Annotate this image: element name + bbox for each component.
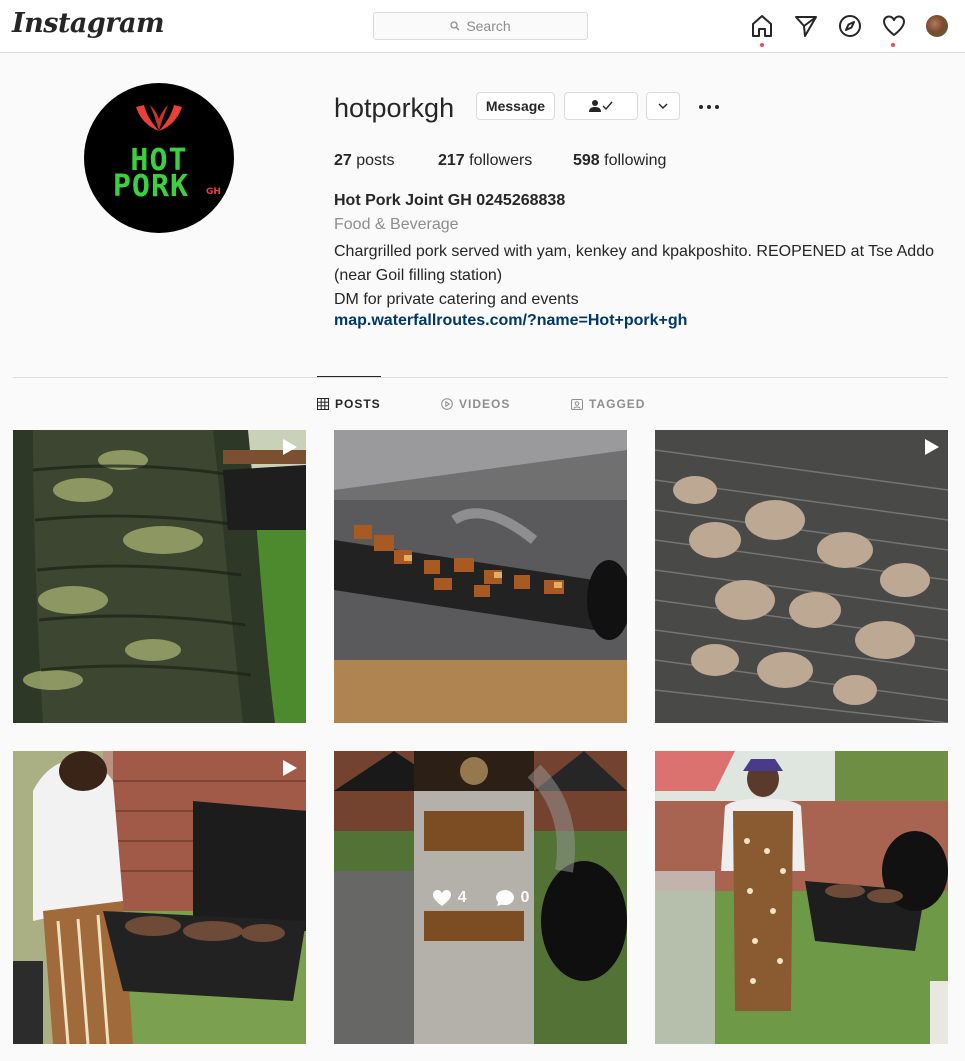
activity-notification-dot (891, 43, 895, 47)
direct-icon[interactable] (793, 13, 819, 39)
more-options-icon[interactable] (697, 95, 721, 119)
video-indicator-icon (925, 439, 939, 455)
bio-line-2: DM for private catering and events (334, 291, 579, 308)
home-icon[interactable] (749, 13, 775, 39)
post-image (655, 751, 948, 1044)
post-likes-count: 4 (457, 888, 467, 906)
bio-line-1: Chargrilled pork served with yam, kenkey… (334, 243, 934, 284)
active-tab-indicator (317, 376, 381, 377)
post-thumbnail[interactable] (655, 751, 948, 1044)
post-thumbnail[interactable] (334, 430, 627, 723)
tab-tagged-label: TAGGED (589, 397, 646, 411)
activity-heart-icon[interactable] (881, 13, 907, 39)
followers-count: 217 (438, 152, 465, 169)
message-button[interactable]: Message (476, 92, 555, 120)
chevron-down-icon (658, 103, 668, 109)
posts-stat: 27 posts (334, 152, 395, 170)
tagged-user-icon (571, 399, 583, 410)
search-input[interactable]: Search (373, 12, 588, 40)
post-image (334, 430, 627, 723)
following-stat[interactable]: 598 following (573, 152, 666, 170)
search-icon (450, 21, 460, 31)
post-thumbnail[interactable] (655, 430, 948, 723)
top-nav: Instagram Search (0, 0, 965, 53)
home-notification-dot (760, 43, 764, 47)
chili-logo-icon (136, 105, 182, 131)
tab-posts[interactable]: POSTS (317, 396, 381, 412)
profile-picture[interactable]: HOT PORK GH (84, 83, 234, 233)
posts-count: 27 (334, 152, 352, 169)
post-thumbnail[interactable]: 4 0 (334, 751, 627, 1044)
post-image (13, 751, 306, 1044)
logo-text-gh: GH (206, 187, 221, 197)
grid-icon (317, 398, 329, 410)
post-likes: 4 (432, 889, 467, 907)
tab-tagged[interactable]: TAGGED (571, 396, 645, 412)
comment-icon (495, 889, 514, 906)
logo-text-pork: PORK (112, 169, 190, 204)
tabs-divider (13, 377, 948, 378)
profile-website-link[interactable]: map.waterfallroutes.com/?name=Hot+pork+g… (334, 312, 687, 330)
following-button[interactable] (564, 92, 638, 120)
profile-bio: Chargrilled pork served with yam, kenkey… (334, 240, 944, 312)
explore-icon[interactable] (837, 13, 863, 39)
video-play-icon (441, 398, 453, 410)
posts-label: posts (356, 152, 395, 169)
tab-videos[interactable]: VIDEOS (441, 396, 510, 412)
search-placeholder: Search (466, 18, 511, 34)
following-count: 598 (573, 152, 600, 169)
post-image (655, 430, 948, 723)
video-indicator-icon (283, 439, 297, 455)
profile-username: hotporkgh (334, 93, 455, 123)
instagram-logo[interactable]: Instagram (12, 8, 165, 39)
suggested-dropdown-button[interactable] (646, 92, 680, 120)
following-label: following (604, 152, 667, 169)
person-check-icon (589, 100, 613, 112)
profile-category: Food & Beverage (334, 216, 459, 233)
post-image (13, 430, 306, 723)
post-comments-count: 0 (520, 888, 530, 906)
followers-stat[interactable]: 217 followers (438, 152, 532, 170)
post-thumbnail[interactable] (13, 430, 306, 723)
post-comments: 0 (495, 888, 530, 907)
post-hover-overlay: 4 0 (334, 751, 627, 1044)
post-thumbnail[interactable] (13, 751, 306, 1044)
followers-label: followers (469, 152, 533, 169)
tab-videos-label: VIDEOS (459, 397, 511, 411)
profile-avatar[interactable] (926, 15, 948, 37)
video-indicator-icon (283, 760, 297, 776)
profile-full-name: Hot Pork Joint GH 0245268838 (334, 192, 566, 209)
tab-posts-label: POSTS (335, 397, 381, 411)
heart-icon (432, 889, 451, 906)
